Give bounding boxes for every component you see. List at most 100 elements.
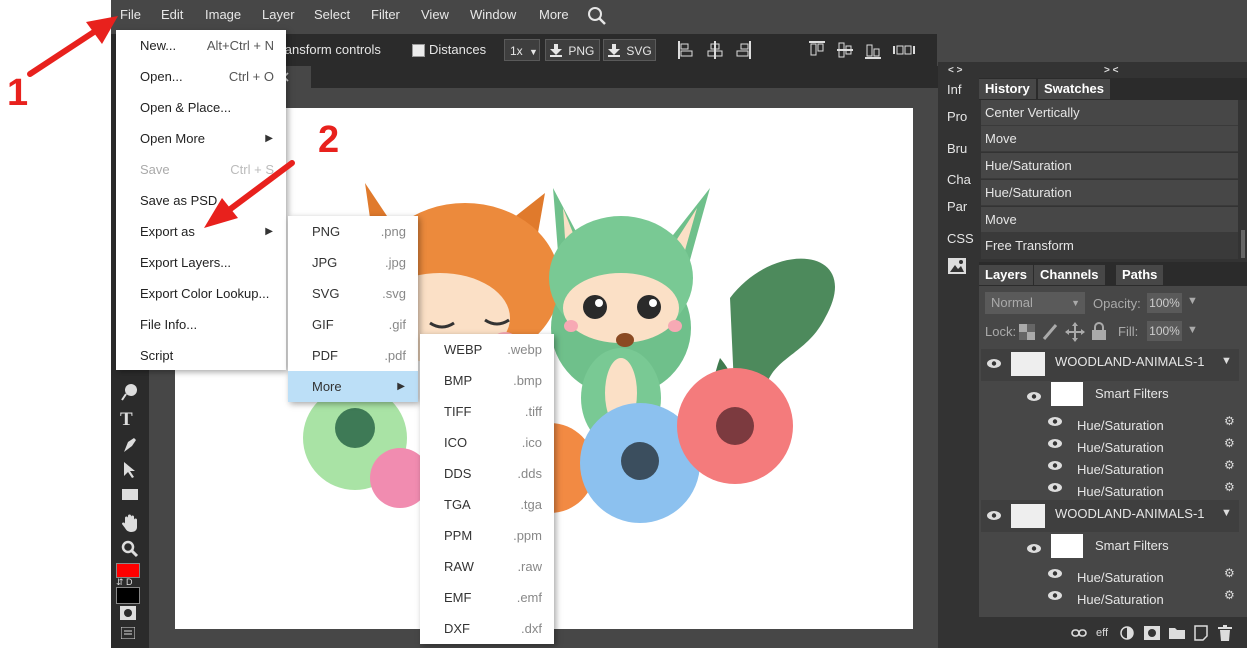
menu-select[interactable]: Select [314,7,350,22]
eye-icon[interactable] [1048,461,1062,470]
menu-item-open[interactable]: Open... Ctrl + O [116,61,286,92]
export-dds-item[interactable]: DDS .dds [420,458,554,489]
filter-name[interactable]: Hue/Saturation [1077,462,1164,477]
foreground-color-swatch[interactable] [116,563,140,578]
menu-filter[interactable]: Filter [371,7,400,22]
history-item[interactable]: Move [981,126,1238,152]
menu-view[interactable]: View [421,7,449,22]
lock-pixels-icon[interactable] [1041,323,1059,341]
lock-all-icon[interactable] [1091,322,1107,340]
transform-controls-label[interactable]: Transform controls [273,42,381,57]
eye-icon[interactable] [1027,544,1041,553]
history-item[interactable]: Center Vertically [981,100,1238,126]
menu-item-export-color-lookup[interactable]: Export Color Lookup... [116,278,286,309]
type-tool-icon[interactable]: T [120,409,133,431]
export-emf-item[interactable]: EMF .emf [420,582,554,613]
zoom-tool-icon[interactable] [120,539,140,559]
tab-paragraph[interactable]: Par [947,199,967,214]
menu-image[interactable]: Image [205,7,241,22]
align-bottom-icon[interactable] [865,41,881,59]
collapse-right-toggle[interactable]: > < [1104,65,1118,76]
export-ppm-item[interactable]: PPM .ppm [420,520,554,551]
filter-settings-icon[interactable]: ⚙ [1224,458,1235,472]
menu-item-file-info[interactable]: File Info... [116,309,286,340]
menu-item-open-place[interactable]: Open & Place... [116,92,286,123]
blend-mode-select[interactable]: Normal ▼ [985,292,1085,314]
filter-name[interactable]: Hue/Saturation [1077,484,1164,499]
fill-input[interactable]: 100% [1147,321,1182,341]
menu-edit[interactable]: Edit [161,7,183,22]
export-webp-item[interactable]: WEBP .webp [420,334,554,365]
filter-settings-icon[interactable]: ⚙ [1224,588,1235,602]
eye-icon[interactable] [1048,417,1062,426]
menu-more[interactable]: More [539,7,569,22]
menu-item-export-as[interactable]: Export as ▶ [116,216,286,247]
export-pdf-item[interactable]: PDF .pdf [288,340,418,371]
eye-icon[interactable] [1027,392,1041,401]
pen-tool-icon[interactable] [120,436,140,454]
opacity-input[interactable]: 100% [1147,293,1182,313]
filter-settings-icon[interactable]: ⚙ [1224,414,1235,428]
eye-icon[interactable] [987,511,1001,520]
export-ico-item[interactable]: ICO .ico [420,427,554,458]
tab-properties[interactable]: Pro [947,109,967,124]
export-bmp-item[interactable]: BMP .bmp [420,365,554,396]
eye-icon[interactable] [1048,439,1062,448]
export-svg-button[interactable]: SVG [603,39,656,61]
filter-settings-icon[interactable]: ⚙ [1224,566,1235,580]
tab-character[interactable]: Cha [947,172,971,187]
layer-expand-icon[interactable]: ▼ [1221,355,1232,367]
filter-name[interactable]: Hue/Saturation [1077,440,1164,455]
history-scrollbar[interactable] [1241,230,1245,258]
export-tga-item[interactable]: TGA .tga [420,489,554,520]
collapse-left-toggle[interactable]: < > [948,65,962,76]
search-icon[interactable] [587,6,607,26]
tab-css[interactable]: CSS [947,231,974,246]
zoom-select[interactable]: 1x ▼ [504,39,540,61]
layer-expand-icon[interactable]: ▼ [1221,507,1232,519]
distribute-icon[interactable] [893,41,915,59]
layer-name[interactable]: WOODLAND-ANIMALS-1 [1055,354,1205,369]
menu-item-new[interactable]: New... Alt+Ctrl + N [116,30,286,61]
tab-brush[interactable]: Bru [947,141,967,156]
align-left-icon[interactable] [678,41,694,59]
align-right-icon[interactable] [735,41,751,59]
eye-icon[interactable] [1048,591,1062,600]
menu-item-save-psd[interactable]: Save as PSD [116,185,286,216]
tab-channels[interactable]: Channels [1034,265,1105,285]
opacity-dropdown-icon[interactable]: ▼ [1187,295,1198,307]
layer-effects-button[interactable]: eff [1096,627,1108,639]
align-top-icon[interactable] [809,41,825,59]
export-svg-item[interactable]: SVG .svg [288,278,418,309]
align-center-h-icon[interactable] [707,41,723,59]
screen-mode-icon[interactable] [121,627,135,639]
quick-mask-icon[interactable] [120,606,136,620]
filter-name[interactable]: Hue/Saturation [1077,418,1164,433]
delete-layer-icon[interactable] [1218,625,1232,641]
filter-name[interactable]: Hue/Saturation [1077,592,1164,607]
export-dxf-item[interactable]: DXF .dxf [420,613,554,644]
layer-name[interactable]: WOODLAND-ANIMALS-1 [1055,506,1205,521]
background-color-swatch[interactable] [116,587,140,604]
history-item[interactable]: Hue/Saturation [981,153,1238,179]
menu-file[interactable]: File [120,7,141,22]
layer-mask-icon[interactable] [1144,626,1160,640]
tab-swatches[interactable]: Swatches [1038,79,1110,99]
export-gif-item[interactable]: GIF .gif [288,309,418,340]
history-item-current[interactable]: Free Transform [981,233,1238,259]
rectangle-tool-icon[interactable] [120,487,140,503]
eye-icon[interactable] [1048,483,1062,492]
distances-checkbox[interactable] [412,44,425,57]
filter-settings-icon[interactable]: ⚙ [1224,436,1235,450]
smart-filters-label[interactable]: Smart Filters [1095,538,1169,553]
tab-layers[interactable]: Layers [979,265,1033,285]
menu-item-export-layers[interactable]: Export Layers... [116,247,286,278]
menu-item-script[interactable]: Script [116,340,286,371]
eye-icon[interactable] [1048,569,1062,578]
tab-paths[interactable]: Paths [1116,265,1164,285]
new-group-icon[interactable] [1169,626,1185,639]
export-png-button[interactable]: PNG [545,39,600,61]
lock-position-icon[interactable] [1065,322,1085,342]
link-layers-icon[interactable] [1071,628,1087,638]
filter-settings-icon[interactable]: ⚙ [1224,480,1235,494]
